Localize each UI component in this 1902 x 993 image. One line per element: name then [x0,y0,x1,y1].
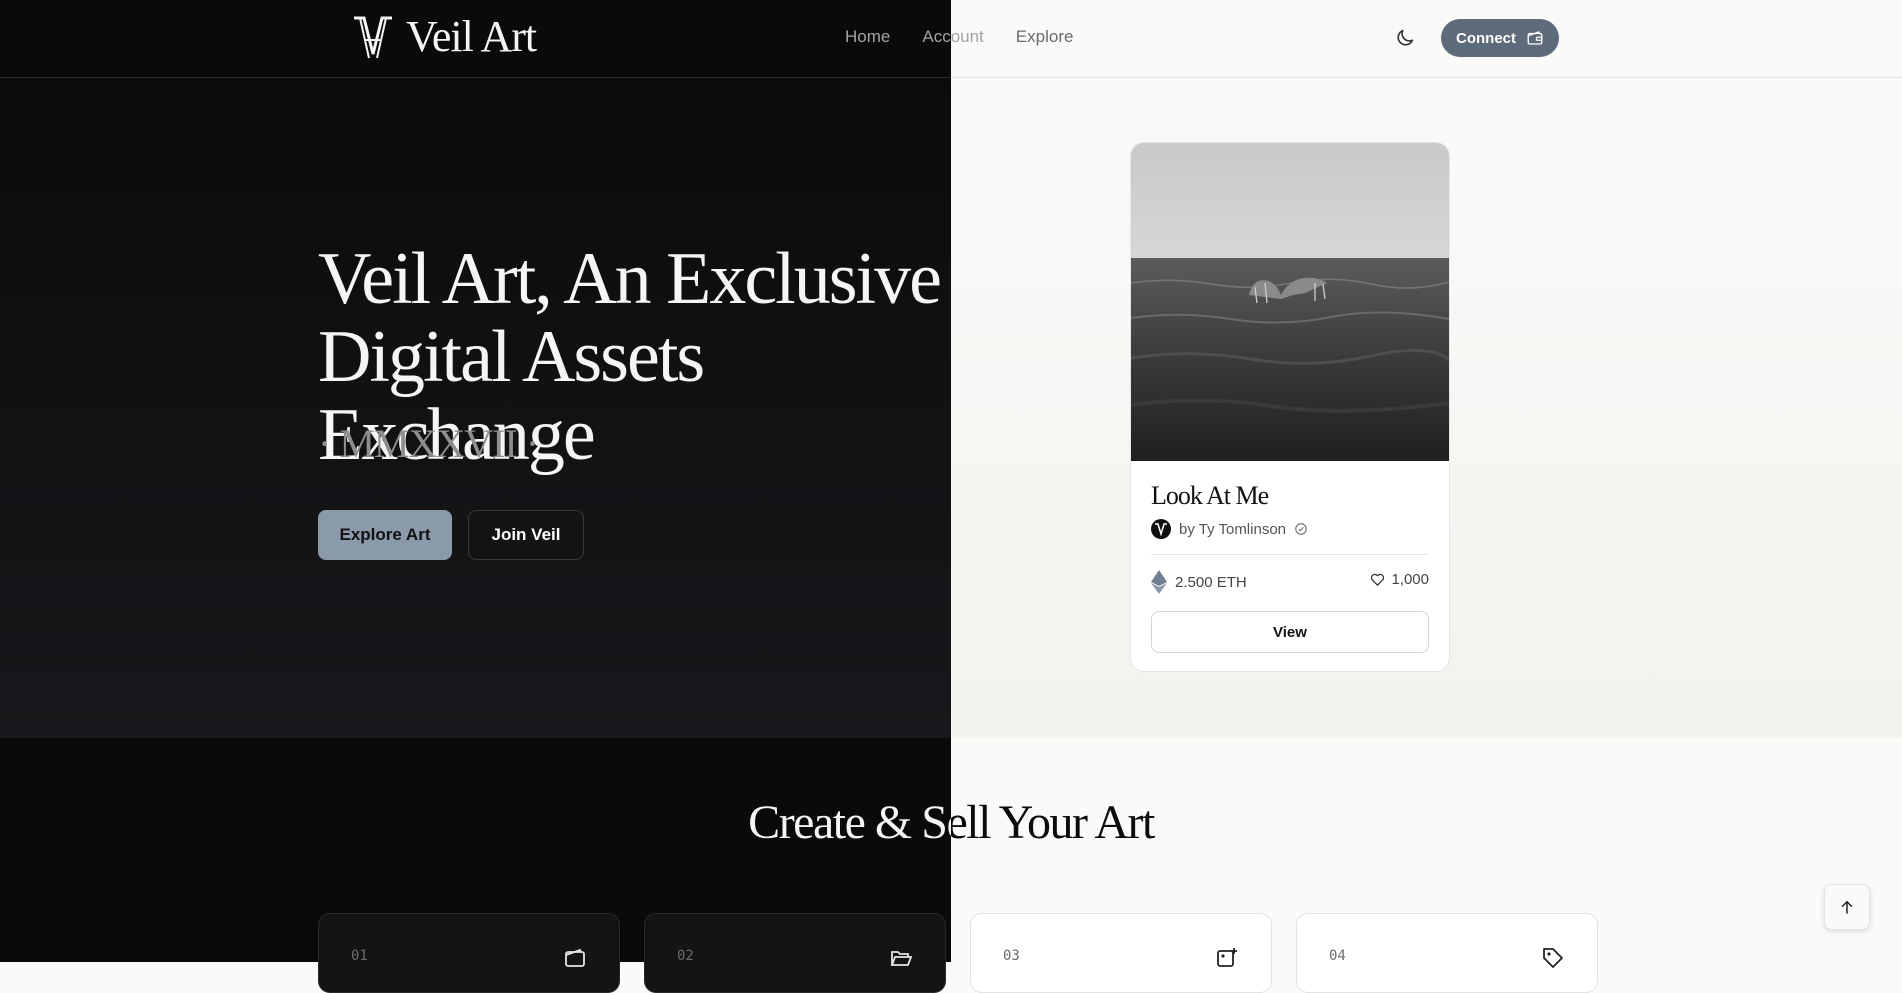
ethereum-icon [1151,570,1167,594]
nav-explore[interactable]: Explore [1016,27,1074,47]
artwork-image[interactable] [1131,143,1449,461]
main-nav: Home Account Explore [845,27,1073,47]
veil-logo-icon [354,16,392,59]
nav-account[interactable]: Account [922,27,983,47]
step-card-01: 01 [318,913,620,993]
brand-name: Veil Art [406,12,537,61]
moon-icon [1397,29,1414,46]
view-artwork-button[interactable]: View [1151,611,1429,653]
price-row: 2.500 ETH [1151,570,1247,594]
price-value: 2.500 ETH [1175,573,1247,591]
step-card-04: 04 [1296,913,1598,993]
theme-toggle-button[interactable] [1391,24,1419,52]
verified-check-icon [1295,523,1307,535]
folder-open-icon [890,951,913,966]
connect-wallet-button[interactable]: Connect [1441,19,1559,57]
tag-icon [1543,948,1563,968]
image-plus-icon [1217,948,1237,967]
wallet-icon [1527,31,1543,45]
artist-avatar [1151,519,1171,539]
scroll-to-top-button[interactable] [1824,884,1870,930]
featured-art-card: Look At Me by Ty Tomlinson 2.500 ETH 1,0… [1130,142,1450,672]
explore-art-button[interactable]: Explore Art [318,510,452,560]
connect-label: Connect [1456,29,1516,47]
card-divider [1151,554,1429,555]
wallet-icon [565,948,585,967]
likes-row[interactable]: 1,000 [1370,571,1429,588]
step-card-02: 02 [644,913,946,993]
step-card-03: 03 [970,913,1272,993]
arrow-up-icon [1841,900,1853,914]
artist-name[interactable]: by Ty Tomlinson [1179,521,1286,538]
nav-home[interactable]: Home [845,27,890,47]
artist-row: by Ty Tomlinson [1151,519,1308,539]
hero-year: · MMXXVII · [318,421,539,466]
artwork-title: Look At Me [1151,481,1269,510]
brand-logo[interactable]: Veil Art [352,12,537,61]
header-divider [0,77,1902,78]
section-title: Create & Sell Your Art [0,795,1902,850]
join-veil-button[interactable]: Join Veil [468,510,584,560]
likes-count: 1,000 [1391,571,1429,588]
heart-icon [1371,573,1385,586]
